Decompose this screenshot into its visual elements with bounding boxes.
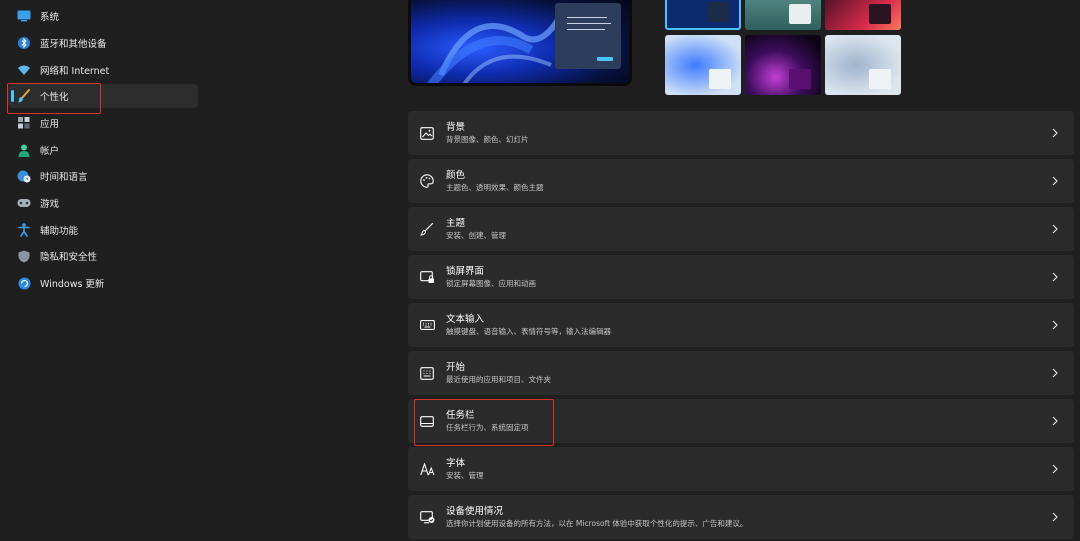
chevron-right-icon (1050, 462, 1060, 476)
sidebar-item-label: 隐私和安全性 (40, 252, 98, 263)
start-icon (419, 365, 435, 381)
person-icon (17, 143, 31, 157)
setting-title: 字体 (446, 458, 466, 469)
chevron-right-icon (1050, 270, 1060, 284)
lock-screen-icon (419, 269, 435, 285)
setting-subtitle: 任务栏行为、系统固定项 (446, 423, 529, 432)
theme-thumbnail[interactable] (745, 0, 821, 30)
monitor-icon (17, 9, 31, 23)
chevron-right-icon (1050, 222, 1060, 236)
sidebar-item-label: 系统 (40, 12, 60, 23)
setting-subtitle: 安装、创建、管理 (446, 231, 506, 240)
picture-icon (419, 125, 435, 141)
setting-subtitle: 最近使用的应用和项目、文件夹 (446, 375, 551, 384)
setting-subtitle: 主题色、透明效果、颜色主题 (446, 183, 544, 192)
brush-icon (419, 221, 435, 237)
setting-title: 主题 (446, 218, 466, 229)
setting-device-usage[interactable]: 设备使用情况 选择你计划使用设备的所有方法，以在 Microsoft 体验中获取… (408, 495, 1074, 539)
sidebar-item-windows-update[interactable]: Windows 更新 (8, 271, 198, 295)
setting-title: 开始 (446, 362, 466, 373)
bluetooth-icon (17, 36, 31, 50)
sidebar-item-accounts[interactable]: 帐户 (8, 138, 198, 162)
sidebar-item-label: 辅助功能 (40, 226, 79, 237)
theme-preview (408, 0, 632, 86)
chevron-right-icon (1050, 318, 1060, 332)
setting-themes[interactable]: 主题 安装、创建、管理 (408, 207, 1074, 251)
setting-taskbar[interactable]: 任务栏 任务栏行为、系统固定项 (408, 399, 1074, 443)
setting-subtitle: 安装、管理 (446, 471, 484, 480)
sidebar-item-label: 蓝牙和其他设备 (40, 39, 107, 50)
sidebar-item-network[interactable]: 网络和 Internet (8, 58, 198, 82)
setting-title: 任务栏 (446, 410, 475, 421)
chevron-right-icon (1050, 366, 1060, 380)
preview-window (555, 3, 621, 69)
sidebar-item-bluetooth[interactable]: 蓝牙和其他设备 (8, 31, 198, 55)
main-content: 背景 背景图像、颜色、幻灯片 颜色 主题色、透明效果、颜色主题 主题 安装、创建… (210, 0, 1080, 541)
setting-subtitle: 触摸键盘、语音输入、表情符号等，输入法编辑器 (446, 327, 611, 336)
apps-icon (17, 116, 31, 130)
theme-thumbnail[interactable] (745, 35, 821, 95)
sidebar-item-label: 帐户 (40, 146, 60, 157)
sidebar-item-label: 应用 (40, 119, 60, 130)
wifi-icon (17, 63, 31, 77)
sidebar-item-time-language[interactable]: 时间和语言 (8, 164, 198, 188)
sidebar-item-personalization[interactable]: 个性化 (8, 84, 198, 108)
keyboard-icon (419, 317, 435, 333)
setting-title: 文本输入 (446, 314, 485, 325)
accessibility-icon (17, 223, 31, 237)
setting-subtitle: 选择你计划使用设备的所有方法，以在 Microsoft 体验中获取个性化的提示、… (446, 519, 748, 528)
chevron-right-icon (1050, 414, 1060, 428)
sidebar-item-label: 时间和语言 (40, 172, 88, 183)
setting-title: 设备使用情况 (446, 506, 504, 517)
theme-thumbnail[interactable] (665, 35, 741, 95)
setting-background[interactable]: 背景 背景图像、颜色、幻灯片 (408, 111, 1074, 155)
setting-title: 锁屏界面 (446, 266, 485, 277)
sidebar-item-accessibility[interactable]: 辅助功能 (8, 218, 198, 242)
sidebar-item-label: 个性化 (40, 92, 69, 103)
globe-clock-icon (17, 169, 31, 183)
chevron-right-icon (1050, 126, 1060, 140)
sidebar-nav: 系统 蓝牙和其他设备 网络和 Internet 个性化 应用 帐户 时间和语言 … (0, 0, 210, 541)
taskbar-icon (419, 413, 435, 429)
chevron-right-icon (1050, 510, 1060, 524)
sidebar-item-system[interactable]: 系统 (8, 4, 198, 28)
chevron-right-icon (1050, 174, 1060, 188)
palette-icon (419, 173, 435, 189)
setting-text-input[interactable]: 文本输入 触摸键盘、语音输入、表情符号等，输入法编辑器 (408, 303, 1074, 347)
theme-thumbnail[interactable] (825, 0, 901, 30)
sidebar-item-privacy[interactable]: 隐私和安全性 (8, 244, 198, 268)
theme-thumbnail[interactable] (825, 35, 901, 95)
sidebar-item-gaming[interactable]: 游戏 (8, 191, 198, 215)
setting-lock-screen[interactable]: 锁屏界面 锁定屏幕图像、应用和动画 (408, 255, 1074, 299)
setting-subtitle: 锁定屏幕图像、应用和动画 (446, 279, 536, 288)
update-icon (17, 276, 31, 290)
sidebar-item-label: 网络和 Internet (40, 66, 110, 77)
setting-colors[interactable]: 颜色 主题色、透明效果、颜色主题 (408, 159, 1074, 203)
sidebar-item-label: 游戏 (40, 199, 60, 210)
shield-icon (17, 249, 31, 263)
font-icon (419, 461, 435, 477)
theme-thumbnail[interactable] (665, 0, 741, 30)
setting-fonts[interactable]: 字体 安装、管理 (408, 447, 1074, 491)
setting-start[interactable]: 开始 最近使用的应用和项目、文件夹 (408, 351, 1074, 395)
sidebar-item-label: Windows 更新 (40, 279, 105, 290)
sidebar-item-apps[interactable]: 应用 (8, 111, 198, 135)
setting-title: 背景 (446, 122, 466, 133)
setting-title: 颜色 (446, 170, 466, 181)
brush-icon (17, 89, 31, 103)
device-usage-icon (419, 509, 435, 525)
setting-subtitle: 背景图像、颜色、幻灯片 (446, 135, 529, 144)
gamepad-icon (17, 196, 31, 210)
